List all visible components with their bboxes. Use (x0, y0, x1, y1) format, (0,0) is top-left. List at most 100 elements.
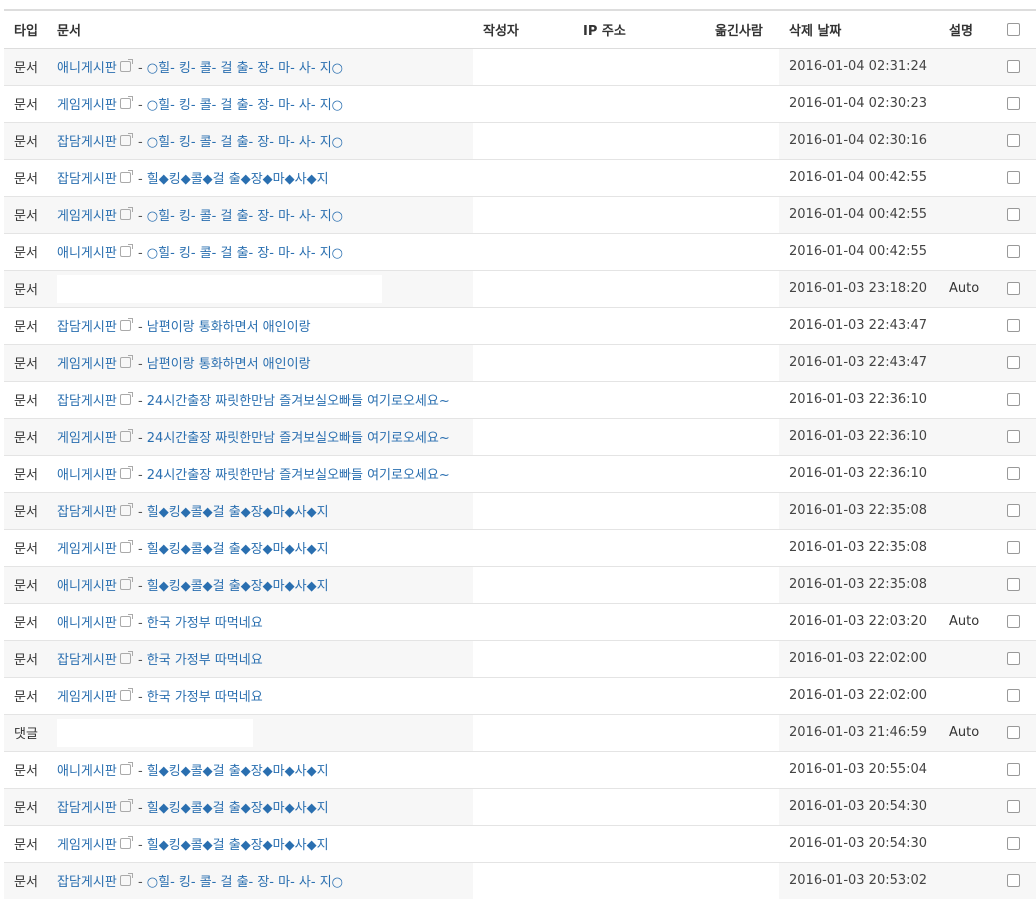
row-select-cell[interactable] (996, 48, 1036, 85)
external-link-icon[interactable] (119, 429, 133, 442)
checkbox-icon[interactable] (1006, 430, 1020, 443)
row-select-cell[interactable] (996, 751, 1036, 788)
checkbox-icon[interactable] (1006, 245, 1020, 258)
row-select-cell[interactable] (996, 566, 1036, 603)
external-link-icon[interactable] (119, 651, 133, 664)
document-title-link[interactable]: ○힐- 킹- 콜- 걸 출- 장- 마- 사- 지○ (147, 61, 343, 76)
document-title-link[interactable]: 24시간출장 짜릿한만남 즐겨보실오빠들 여기로오세요~ (147, 394, 450, 409)
document-title-link[interactable]: 힐◆킹◆콜◆걸 출◆장◆마◆사◆지 (147, 764, 329, 779)
document-title-link[interactable]: 24시간출장 짜릿한만남 즐겨보실오빠들 여기로오세요~ (147, 468, 450, 483)
checkbox-icon[interactable] (1006, 60, 1020, 73)
board-link[interactable]: 게임게시판 (57, 690, 117, 705)
external-link-icon[interactable] (119, 836, 133, 849)
board-link[interactable]: 잡담게시판 (57, 135, 117, 150)
board-link[interactable]: 게임게시판 (57, 98, 117, 113)
document-title-link[interactable]: ○힐- 킹- 콜- 걸 출- 장- 마- 사- 지○ (147, 246, 343, 261)
row-select-cell[interactable] (996, 344, 1036, 381)
board-link[interactable]: 애니게시판 (57, 468, 117, 483)
document-title-link[interactable]: 힐◆킹◆콜◆걸 출◆장◆마◆사◆지 (147, 838, 329, 853)
board-link[interactable]: 잡담게시판 (57, 875, 117, 890)
row-select-cell[interactable] (996, 270, 1036, 307)
document-title-link[interactable]: 힐◆킹◆콜◆걸 출◆장◆마◆사◆지 (147, 172, 329, 187)
checkbox-icon[interactable] (1006, 171, 1020, 184)
row-select-cell[interactable] (996, 418, 1036, 455)
checkbox-icon[interactable] (1006, 97, 1020, 110)
document-title-link[interactable]: ○힐- 킹- 콜- 걸 출- 장- 마- 사- 지○ (147, 135, 343, 150)
checkbox-icon[interactable] (1006, 615, 1020, 628)
board-link[interactable]: 잡담게시판 (57, 320, 117, 335)
board-link[interactable]: 게임게시판 (57, 431, 117, 446)
checkbox-icon[interactable] (1006, 874, 1020, 888)
row-select-cell[interactable] (996, 714, 1036, 751)
row-select-cell[interactable] (996, 862, 1036, 899)
external-link-icon[interactable] (119, 59, 133, 72)
checkbox-icon[interactable] (1006, 652, 1020, 665)
document-title-link[interactable]: 힐◆킹◆콜◆걸 출◆장◆마◆사◆지 (147, 801, 329, 816)
external-link-icon[interactable] (119, 355, 133, 368)
row-select-cell[interactable] (996, 307, 1036, 344)
checkbox-icon[interactable] (1006, 22, 1020, 36)
document-title-link[interactable]: 24시간출장 짜릿한만남 즐겨보실오빠들 여기로오세요~ (147, 431, 450, 446)
row-select-cell[interactable] (996, 640, 1036, 677)
external-link-icon[interactable] (119, 318, 133, 331)
external-link-icon[interactable] (119, 466, 133, 479)
document-title-link[interactable]: 남편이랑 통화하면서 애인이랑 (147, 320, 311, 335)
row-select-cell[interactable] (996, 122, 1036, 159)
board-link[interactable]: 게임게시판 (57, 357, 117, 372)
checkbox-icon[interactable] (1006, 837, 1020, 850)
document-title-link[interactable]: ○힐- 킹- 콜- 걸 출- 장- 마- 사- 지○ (147, 875, 343, 890)
checkbox-icon[interactable] (1006, 504, 1020, 517)
external-link-icon[interactable] (119, 207, 133, 220)
document-title-link[interactable]: ○힐- 킹- 콜- 걸 출- 장- 마- 사- 지○ (147, 209, 343, 224)
board-link[interactable]: 잡담게시판 (57, 653, 117, 668)
board-link[interactable]: 애니게시판 (57, 616, 117, 631)
checkbox-icon[interactable] (1006, 800, 1020, 813)
board-link[interactable]: 게임게시판 (57, 209, 117, 224)
checkbox-icon[interactable] (1006, 134, 1020, 147)
board-link[interactable]: 잡담게시판 (57, 172, 117, 187)
header-select-all[interactable] (996, 10, 1036, 49)
board-link[interactable]: 애니게시판 (57, 61, 117, 76)
document-title-link[interactable]: 남편이랑 통화하면서 애인이랑 (147, 357, 311, 372)
external-link-icon[interactable] (119, 577, 133, 590)
checkbox-icon[interactable] (1006, 393, 1020, 406)
row-select-cell[interactable] (996, 788, 1036, 825)
checkbox-icon[interactable] (1006, 763, 1020, 776)
row-select-cell[interactable] (996, 159, 1036, 196)
board-link[interactable]: 애니게시판 (57, 764, 117, 779)
checkbox-icon[interactable] (1006, 578, 1020, 591)
board-link[interactable]: 잡담게시판 (57, 801, 117, 816)
document-title-link[interactable]: 힐◆킹◆콜◆걸 출◆장◆마◆사◆지 (147, 505, 329, 520)
external-link-icon[interactable] (119, 133, 133, 146)
document-title-link[interactable]: 힐◆킹◆콜◆걸 출◆장◆마◆사◆지 (147, 579, 329, 594)
checkbox-icon[interactable] (1006, 689, 1020, 702)
checkbox-icon[interactable] (1006, 467, 1020, 480)
external-link-icon[interactable] (119, 762, 133, 775)
board-link[interactable]: 게임게시판 (57, 838, 117, 853)
document-title-link[interactable]: 한국 가정부 따먹네요 (147, 653, 263, 668)
board-link[interactable]: 잡담게시판 (57, 394, 117, 409)
external-link-icon[interactable] (119, 96, 133, 109)
checkbox-icon[interactable] (1006, 208, 1020, 221)
checkbox-icon[interactable] (1006, 541, 1020, 554)
board-link[interactable]: 게임게시판 (57, 542, 117, 557)
external-link-icon[interactable] (119, 392, 133, 405)
checkbox-icon[interactable] (1006, 319, 1020, 332)
row-select-cell[interactable] (996, 677, 1036, 714)
row-select-cell[interactable] (996, 85, 1036, 122)
external-link-icon[interactable] (119, 244, 133, 257)
document-title-link[interactable]: 한국 가정부 따먹네요 (147, 616, 263, 631)
board-link[interactable]: 잡담게시판 (57, 505, 117, 520)
external-link-icon[interactable] (119, 503, 133, 516)
external-link-icon[interactable] (119, 170, 133, 183)
row-select-cell[interactable] (996, 825, 1036, 862)
row-select-cell[interactable] (996, 492, 1036, 529)
row-select-cell[interactable] (996, 529, 1036, 566)
board-link[interactable]: 애니게시판 (57, 579, 117, 594)
external-link-icon[interactable] (119, 614, 133, 627)
document-title-link[interactable]: 한국 가정부 따먹네요 (147, 690, 263, 705)
document-title-link[interactable]: ○힐- 킹- 콜- 걸 출- 장- 마- 사- 지○ (147, 98, 343, 113)
row-select-cell[interactable] (996, 233, 1036, 270)
row-select-cell[interactable] (996, 455, 1036, 492)
checkbox-icon[interactable] (1006, 282, 1020, 295)
